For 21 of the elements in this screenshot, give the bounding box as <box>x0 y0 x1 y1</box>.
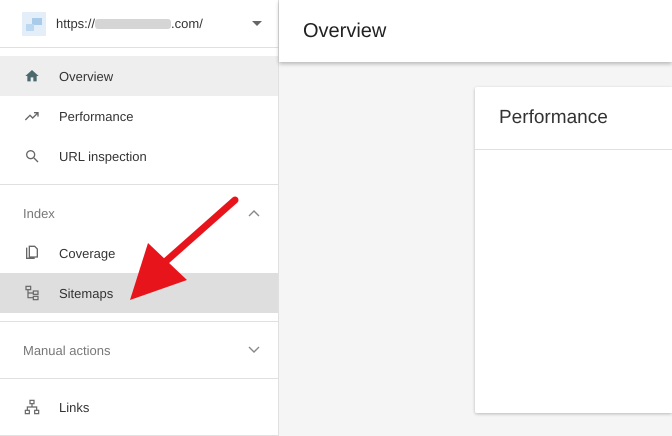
site-favicon-icon <box>22 12 46 36</box>
nav-item[interactable]: Performance <box>0 96 278 136</box>
home-icon <box>24 68 40 84</box>
card-title: Performance <box>499 107 608 129</box>
nav-item[interactable]: URL inspection <box>0 136 278 176</box>
collapse-chevron-icon[interactable] <box>248 209 260 217</box>
dropdown-caret-icon[interactable] <box>252 21 262 26</box>
sitemap-icon <box>24 285 40 301</box>
nav-item[interactable]: Coverage <box>0 233 278 273</box>
property-url-suffix: .com/ <box>171 16 203 31</box>
section-title: Index <box>23 206 55 220</box>
network-icon <box>24 399 40 415</box>
property-url-prefix: https:// <box>56 16 96 31</box>
nav-item[interactable]: Links <box>0 387 278 427</box>
pages-icon <box>24 245 40 261</box>
nav-item[interactable]: Sitemaps <box>0 273 278 313</box>
nav-item[interactable]: Overview <box>0 56 278 96</box>
section-title: Manual actions <box>23 342 110 358</box>
search-icon <box>24 148 40 164</box>
expand-chevron-icon[interactable] <box>248 346 260 354</box>
page-title: Overview <box>303 20 386 42</box>
